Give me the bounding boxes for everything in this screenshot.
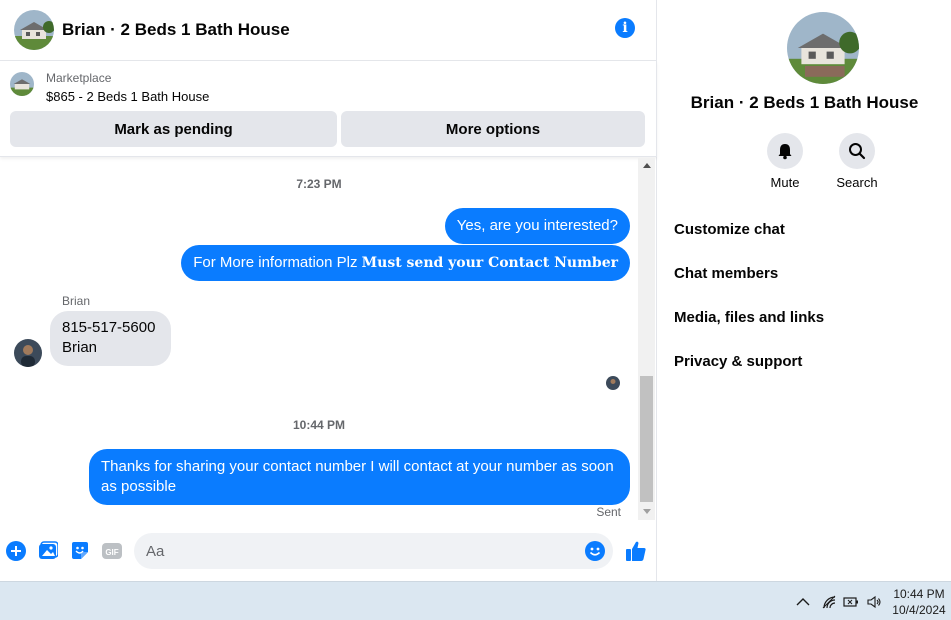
outgoing-message[interactable]: Yes, are you interested? bbox=[444, 208, 630, 244]
message-scrollbar[interactable] bbox=[638, 158, 655, 520]
chat-title[interactable]: Brian · 2 Beds 1 Bath House bbox=[62, 20, 290, 40]
message-bold-text: Must send your Contact Number bbox=[361, 255, 618, 271]
mute-circle[interactable] bbox=[767, 133, 803, 169]
scroll-thumb[interactable] bbox=[640, 376, 653, 502]
sidebar-item-customize-chat[interactable]: Customize chat bbox=[674, 221, 785, 238]
message-line: 815-517-5600 bbox=[62, 319, 156, 336]
timestamp: 7:23 PM bbox=[296, 177, 342, 191]
sidebar-item-privacy-support[interactable]: Privacy & support bbox=[674, 353, 802, 370]
volume-icon[interactable] bbox=[866, 594, 882, 610]
search-icon bbox=[849, 143, 866, 160]
sidebar-listing-avatar[interactable] bbox=[787, 12, 859, 84]
mark-as-pending-button[interactable]: Mark as pending bbox=[10, 111, 337, 147]
listing-title[interactable]: $865 - 2 Beds 1 Bath House bbox=[46, 89, 209, 104]
listing-avatar[interactable] bbox=[14, 10, 54, 50]
sender-avatar[interactable] bbox=[14, 339, 42, 367]
mute-label: Mute bbox=[770, 175, 800, 190]
search-label: Search bbox=[836, 175, 878, 190]
chat-panel: Brian · 2 Beds 1 Bath House i Marketplac… bbox=[0, 0, 657, 581]
scroll-up-arrow-icon[interactable] bbox=[643, 163, 651, 168]
message-input[interactable]: Aa bbox=[134, 533, 613, 569]
svg-text:GIF: GIF bbox=[105, 548, 118, 557]
plus-circle-icon[interactable] bbox=[6, 541, 26, 561]
message-text: For More information Plz bbox=[193, 254, 362, 271]
search-button[interactable]: Search bbox=[827, 133, 887, 190]
clock[interactable]: 10:44 PM 10/4/2024 bbox=[888, 586, 950, 618]
outgoing-message[interactable]: For More information Plz Must send your … bbox=[181, 245, 630, 281]
message-line: Brian bbox=[62, 339, 98, 356]
composer: GIF Aa bbox=[0, 520, 657, 581]
messenger-app: Brian · 2 Beds 1 Bath House i Marketplac… bbox=[0, 0, 951, 581]
chevron-up-icon[interactable] bbox=[795, 594, 811, 610]
seen-avatar bbox=[606, 376, 620, 390]
message-input-placeholder: Aa bbox=[146, 542, 165, 560]
battery-icon[interactable] bbox=[843, 594, 859, 610]
sidebar-item-chat-members[interactable]: Chat members bbox=[674, 265, 778, 282]
delivery-status: Sent bbox=[596, 505, 621, 519]
listing-thumbnail[interactable] bbox=[10, 72, 34, 96]
chat-info-sidebar: Brian · 2 Beds 1 Bath House Mute Search … bbox=[658, 0, 951, 581]
gif-icon[interactable]: GIF bbox=[102, 541, 122, 561]
marketplace-label: Marketplace bbox=[46, 71, 112, 85]
search-circle[interactable] bbox=[839, 133, 875, 169]
like-thumb-icon[interactable] bbox=[625, 540, 647, 562]
sticker-icon[interactable] bbox=[70, 541, 90, 561]
sender-name: Brian bbox=[62, 294, 91, 308]
bell-icon bbox=[778, 144, 792, 160]
more-options-button[interactable]: More options bbox=[341, 111, 645, 147]
sidebar-item-media-files-links[interactable]: Media, files and links bbox=[674, 309, 824, 326]
message-list: 7:23 PM Yes, are you interested? For Mor… bbox=[0, 158, 638, 520]
sidebar-title: Brian · 2 Beds 1 Bath House bbox=[690, 93, 919, 112]
clock-time: 10:44 PM bbox=[893, 587, 945, 601]
incoming-message[interactable]: 815-517-5600 Brian bbox=[50, 311, 171, 366]
marketplace-banner: Marketplace $865 - 2 Beds 1 Bath House M… bbox=[0, 61, 657, 157]
windows-taskbar: 10:44 PM 10/4/2024 bbox=[0, 581, 951, 620]
outgoing-message[interactable]: Thanks for sharing your contact number I… bbox=[89, 449, 630, 505]
emoji-icon[interactable] bbox=[585, 541, 605, 561]
info-icon[interactable]: i bbox=[615, 18, 635, 38]
chat-header: Brian · 2 Beds 1 Bath House i bbox=[0, 0, 657, 61]
scroll-down-arrow-icon[interactable] bbox=[643, 509, 651, 514]
timestamp: 10:44 PM bbox=[292, 418, 346, 432]
mute-button[interactable]: Mute bbox=[755, 133, 815, 190]
wifi-icon[interactable] bbox=[821, 594, 837, 610]
photo-icon[interactable] bbox=[38, 541, 58, 561]
clock-date: 10/4/2024 bbox=[892, 603, 946, 617]
